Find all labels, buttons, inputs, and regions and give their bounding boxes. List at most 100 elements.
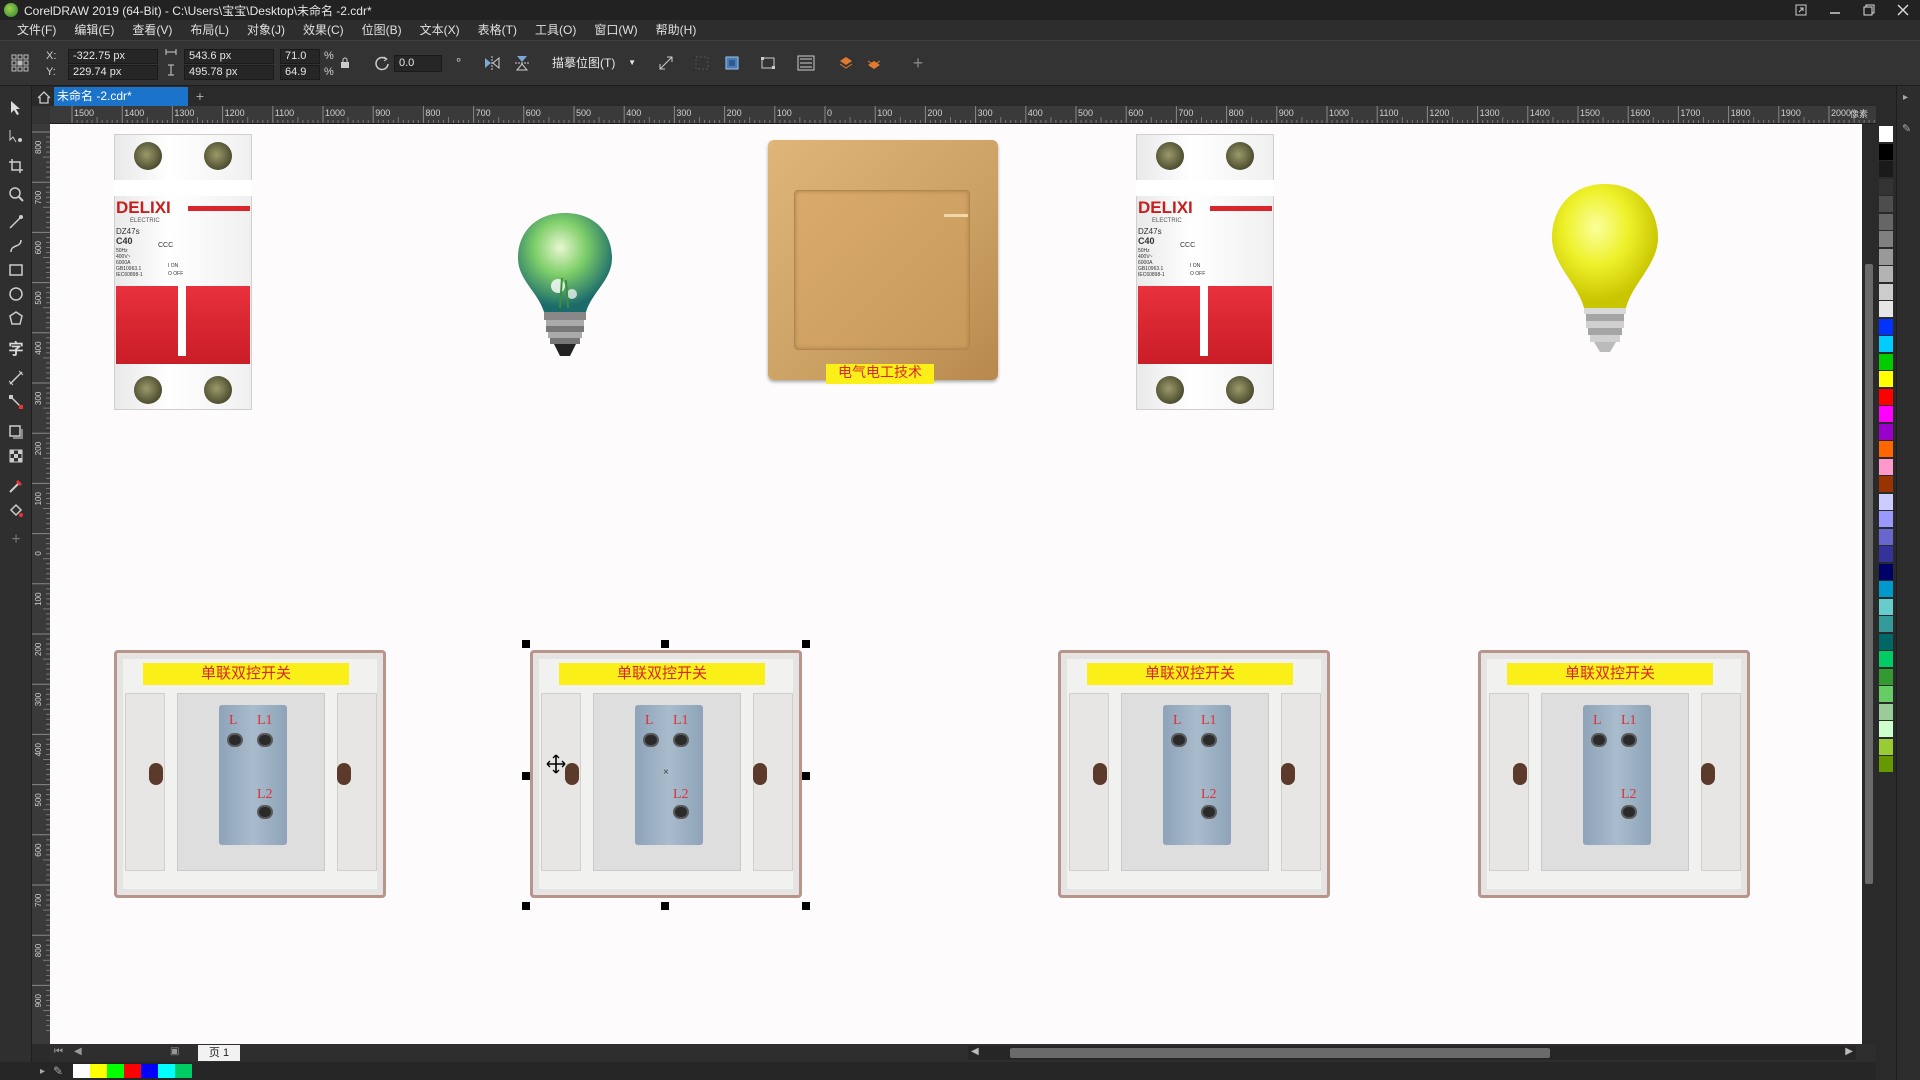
palette-swatch[interactable] bbox=[1879, 406, 1893, 422]
zoom-tool-icon[interactable] bbox=[6, 184, 26, 204]
palette-swatch[interactable] bbox=[1879, 616, 1893, 632]
document-palette-swatch[interactable] bbox=[73, 1064, 91, 1078]
panel-switch-image[interactable]: 电气电工技术 bbox=[768, 140, 998, 384]
to-front-icon[interactable] bbox=[836, 53, 856, 73]
rectangle-tool-icon[interactable] bbox=[6, 260, 26, 280]
menu-help[interactable]: 帮助(H) bbox=[647, 20, 706, 40]
menu-bitmaps[interactable]: 位图(B) bbox=[353, 20, 411, 40]
document-palette-swatch[interactable] bbox=[90, 1064, 108, 1078]
selection-handle-s[interactable] bbox=[661, 902, 669, 910]
palette-swatch[interactable] bbox=[1879, 738, 1893, 755]
freehand-tool-icon[interactable] bbox=[6, 212, 26, 232]
text-tool-icon[interactable]: 字 bbox=[6, 338, 26, 358]
menu-text[interactable]: 文本(X) bbox=[411, 20, 469, 40]
scroll-right-icon[interactable]: ▶ bbox=[1845, 1046, 1853, 1057]
selection-handle-nw[interactable] bbox=[522, 640, 530, 648]
page-tab[interactable]: 页 1 bbox=[198, 1045, 240, 1061]
menu-layout[interactable]: 布局(L) bbox=[181, 20, 238, 40]
palette-swatch[interactable] bbox=[1879, 213, 1893, 230]
menu-tools[interactable]: 工具(O) bbox=[526, 20, 585, 40]
docker-expand-icon[interactable]: ▸ bbox=[1903, 92, 1908, 103]
crop-tool-icon[interactable] bbox=[6, 156, 26, 176]
mirror-vertical-icon[interactable] bbox=[512, 53, 532, 73]
palette-swatch[interactable] bbox=[1879, 703, 1893, 720]
mirror-horizontal-icon[interactable] bbox=[482, 53, 502, 73]
height-field[interactable]: 495.78 px bbox=[184, 65, 274, 80]
palette-swatch[interactable] bbox=[1879, 668, 1893, 685]
minimize-button[interactable] bbox=[1818, 0, 1852, 20]
horizontal-ruler[interactable]: 1500 1400 1300 1200 1100 1000 900 800 700 600 500 4… bbox=[50, 106, 1876, 124]
palette-swatch[interactable] bbox=[1879, 301, 1893, 317]
circuit-breaker-image[interactable]: DELIXI ELECTRIC DZ47s C40 50Hz 400V~ 600… bbox=[114, 134, 252, 410]
y-position-field[interactable]: 229.74 px bbox=[68, 65, 158, 80]
trace-bitmap-dropdown[interactable]: 描摹位图(T) ▼ bbox=[552, 54, 638, 72]
menu-file[interactable]: 文件(F) bbox=[8, 20, 65, 40]
home-icon[interactable] bbox=[34, 88, 54, 106]
close-button[interactable] bbox=[1886, 0, 1920, 20]
ellipse-tool-icon[interactable] bbox=[6, 284, 26, 304]
interactive-fill-icon[interactable] bbox=[6, 500, 26, 520]
drop-shadow-icon[interactable] bbox=[6, 422, 26, 442]
x-position-field[interactable]: -322.75 px bbox=[68, 49, 158, 64]
selection-handle-e[interactable] bbox=[802, 772, 810, 780]
palette-swatch[interactable] bbox=[1879, 266, 1893, 282]
to-back-icon[interactable] bbox=[864, 53, 884, 73]
glass-light-bulb-image[interactable] bbox=[510, 208, 620, 368]
circuit-breaker-image[interactable]: DELIXI ELECTRIC DZ47s C40 50Hz 400V~ 600… bbox=[1136, 134, 1274, 410]
palette-swatch[interactable] bbox=[1879, 756, 1893, 772]
document-palette-swatch[interactable] bbox=[158, 1064, 176, 1078]
new-document-tab-icon[interactable]: + bbox=[192, 88, 208, 104]
menu-effects[interactable]: 效果(C) bbox=[294, 20, 353, 40]
palette-swatch[interactable] bbox=[1879, 441, 1893, 457]
parallel-dimension-icon[interactable] bbox=[6, 368, 26, 388]
horizontal-scroll-thumb[interactable] bbox=[1010, 1048, 1550, 1058]
vertical-ruler[interactable]: 800 700 600 500 400 300 200 100 0 100 200 300 400 500… bbox=[32, 124, 50, 1044]
crop-bitmap-icon[interactable] bbox=[656, 53, 676, 73]
double-control-switch-plate[interactable]: 单联双控开关 L L1 L2 bbox=[1478, 650, 1750, 898]
palette-swatch[interactable] bbox=[1879, 721, 1893, 737]
palette-swatch[interactable] bbox=[1879, 581, 1893, 597]
palette-swatch[interactable] bbox=[1879, 231, 1893, 247]
palette-swatch[interactable] bbox=[1879, 143, 1893, 160]
palette-swatch[interactable] bbox=[1879, 196, 1893, 212]
palette-swatch[interactable] bbox=[1879, 126, 1893, 142]
selection-handle-ne[interactable] bbox=[802, 640, 810, 648]
transparency-tool-icon[interactable] bbox=[6, 446, 26, 466]
palette-swatch[interactable] bbox=[1879, 528, 1893, 545]
selection-handle-sw[interactable] bbox=[522, 902, 530, 910]
palette-swatch[interactable] bbox=[1879, 476, 1893, 492]
double-control-switch-plate[interactable]: 单联双控开关 L L1 L2 bbox=[114, 650, 386, 898]
palette-swatch[interactable] bbox=[1879, 353, 1893, 370]
palette-swatch[interactable] bbox=[1879, 283, 1893, 300]
eyedropper-icon[interactable]: ✎ bbox=[1902, 122, 1911, 135]
document-palette[interactable] bbox=[73, 1064, 193, 1078]
palette-swatch[interactable] bbox=[1879, 161, 1893, 177]
palette-swatch[interactable] bbox=[1879, 598, 1893, 615]
add-icon[interactable]: + bbox=[908, 53, 928, 73]
palette-swatch[interactable] bbox=[1879, 563, 1893, 580]
restore-down-icon[interactable] bbox=[1784, 0, 1818, 20]
palette-swatch[interactable] bbox=[1879, 336, 1893, 352]
selection-handle-se[interactable] bbox=[802, 902, 810, 910]
palette-swatch[interactable] bbox=[1879, 633, 1893, 650]
horizontal-scrollbar[interactable]: ◀ ▶ bbox=[968, 1046, 1856, 1060]
selection-handle-n[interactable] bbox=[661, 640, 669, 648]
document-tab[interactable]: 未命名 -2.cdr* bbox=[54, 87, 188, 106]
maximize-button[interactable] bbox=[1852, 0, 1886, 20]
double-control-switch-plate-selected[interactable]: 单联双控开关 L L1 L2 × bbox=[530, 650, 802, 898]
scroll-left-icon[interactable]: ◀ bbox=[971, 1046, 979, 1057]
palette-swatch[interactable] bbox=[1879, 248, 1893, 265]
scale-y-field[interactable]: 64.9 bbox=[280, 65, 320, 80]
double-control-switch-plate[interactable]: 单联双控开关 L L1 L2 bbox=[1058, 650, 1330, 898]
selection-handle-w[interactable] bbox=[522, 772, 530, 780]
menu-view[interactable]: 查看(V) bbox=[123, 20, 181, 40]
document-palette-swatch[interactable] bbox=[175, 1064, 193, 1078]
vertical-scrollbar[interactable] bbox=[1862, 124, 1876, 1044]
menu-object[interactable]: 对象(J) bbox=[238, 20, 294, 40]
vertical-scroll-thumb[interactable] bbox=[1865, 264, 1873, 884]
rotation-field[interactable]: 0.0 bbox=[394, 55, 442, 72]
page-add-icon[interactable]: ▣ bbox=[170, 1046, 179, 1057]
artistic-media-icon[interactable] bbox=[6, 236, 26, 256]
menu-table[interactable]: 表格(T) bbox=[469, 20, 526, 40]
scale-x-field[interactable]: 71.0 bbox=[280, 49, 320, 64]
